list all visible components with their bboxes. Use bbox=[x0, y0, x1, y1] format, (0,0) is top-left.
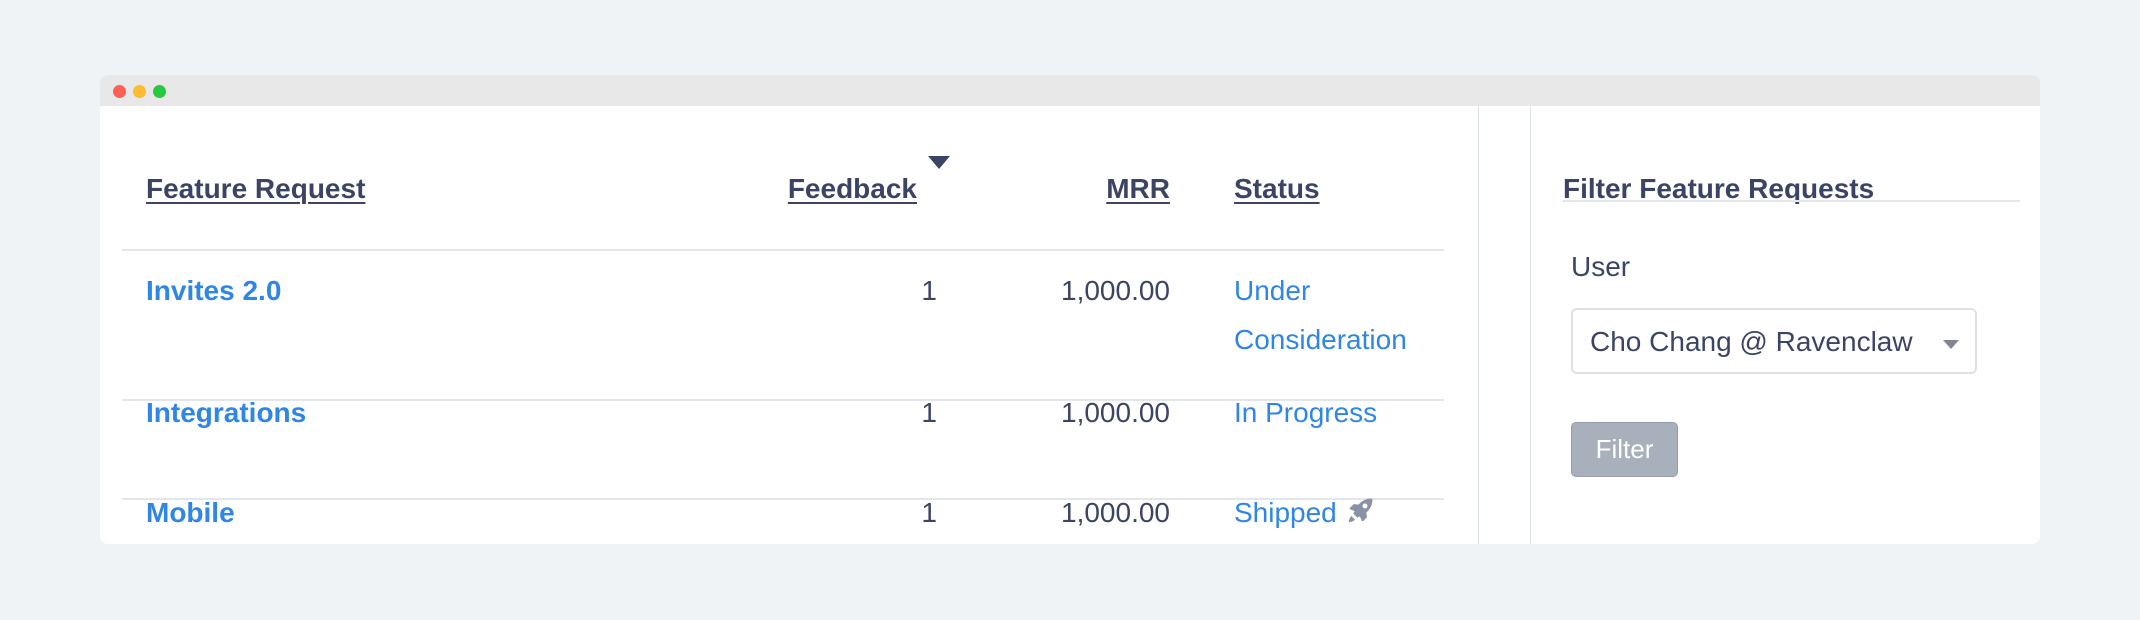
minimize-window-button[interactable] bbox=[133, 85, 146, 98]
status-link[interactable]: Under Consideration bbox=[1234, 266, 1434, 364]
mrr-value: 1,000.00 bbox=[1061, 497, 1170, 528]
feedback-count: 1 bbox=[921, 497, 937, 528]
user-select-value: Cho Chang @ Ravenclaw bbox=[1590, 326, 1913, 357]
filter-sidebar: Filter Feature Requests User Cho Chang @… bbox=[1531, 106, 2040, 544]
column-header-mrr[interactable]: MRR bbox=[1106, 172, 1170, 206]
column-header-status[interactable]: Status bbox=[1234, 172, 1320, 206]
maximize-window-button[interactable] bbox=[153, 85, 166, 98]
user-select[interactable]: Cho Chang @ Ravenclaw bbox=[1571, 308, 1977, 374]
feedback-count: 1 bbox=[921, 397, 937, 428]
filter-button[interactable]: Filter bbox=[1571, 422, 1678, 477]
status-link[interactable]: In Progress bbox=[1234, 388, 1434, 437]
user-field-label: User bbox=[1571, 251, 1631, 282]
divider bbox=[1563, 200, 2020, 202]
status-link[interactable]: Shipped bbox=[1234, 488, 1434, 541]
feature-requests-table: Feature Request Feedback MRR Status Invi… bbox=[100, 106, 1478, 544]
feature-link[interactable]: Mobile bbox=[146, 488, 235, 537]
status-label[interactable]: Shipped bbox=[1234, 497, 1337, 528]
feature-link[interactable]: Invites 2.0 bbox=[146, 266, 281, 315]
feature-link[interactable]: Integrations bbox=[146, 388, 306, 437]
panel-gutter bbox=[1478, 106, 1531, 544]
window-titlebar bbox=[100, 75, 2040, 106]
mrr-value: 1,000.00 bbox=[1061, 275, 1170, 306]
row-divider bbox=[122, 249, 1444, 251]
caret-down-icon[interactable] bbox=[928, 156, 950, 169]
column-header-feedback[interactable]: Feedback bbox=[788, 172, 917, 206]
rocket-icon bbox=[1345, 492, 1375, 541]
app-window: Feature Request Feedback MRR Status Invi… bbox=[100, 75, 2040, 544]
column-header-feature-request[interactable]: Feature Request bbox=[146, 172, 365, 206]
mrr-value: 1,000.00 bbox=[1061, 397, 1170, 428]
close-window-button[interactable] bbox=[113, 85, 126, 98]
chevron-down-icon bbox=[1943, 340, 1959, 349]
feedback-count: 1 bbox=[921, 275, 937, 306]
